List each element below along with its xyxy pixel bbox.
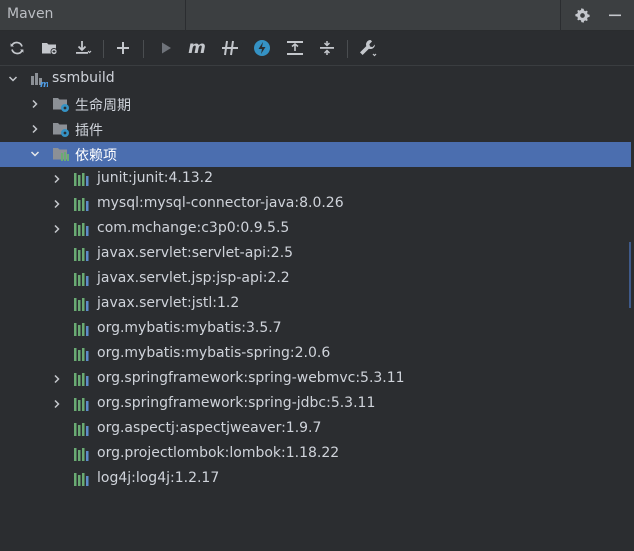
library-icon: [73, 170, 91, 188]
chevron-down-icon[interactable]: [30, 149, 40, 159]
library-icon: [73, 295, 91, 313]
dependency-row[interactable]: org.mybatis:mybatis:3.5.7: [0, 317, 631, 342]
dependency-label: junit:junit:4.13.2: [97, 170, 213, 186]
dependency-row[interactable]: javax.servlet:servlet-api:2.5: [0, 242, 631, 267]
library-icon: [73, 470, 91, 488]
dependency-row[interactable]: com.mchange:c3p0:0.9.5.5: [0, 217, 631, 242]
gear-icon[interactable]: [571, 4, 593, 26]
dependency-label: log4j:log4j:1.2.17: [97, 470, 220, 486]
tree-node-lifecycle[interactable]: 生命周期: [0, 92, 631, 117]
tree-node-label: 依赖项: [75, 148, 117, 164]
chevron-down-icon[interactable]: [8, 74, 18, 84]
library-icon: [73, 195, 91, 213]
library-icon: [73, 220, 91, 238]
dependency-label: com.mchange:c3p0:0.9.5.5: [97, 220, 290, 236]
library-icon: [73, 320, 91, 338]
header-divider: [560, 0, 561, 31]
reload-icon[interactable]: [6, 37, 28, 59]
collapse-icon[interactable]: [316, 37, 338, 59]
folder-gear-icon: [52, 95, 70, 113]
folder-gear-icon: [52, 120, 70, 138]
dependency-label: org.projectlombok:lombok:1.18.22: [97, 445, 340, 461]
dependency-row[interactable]: org.springframework:spring-webmvc:5.3.11: [0, 367, 631, 392]
dependency-row[interactable]: javax.servlet.jsp:jsp-api:2.2: [0, 267, 631, 292]
library-icon: [73, 345, 91, 363]
toolbar-separator: [103, 40, 104, 58]
folder-add-icon[interactable]: [39, 37, 61, 59]
dependency-row[interactable]: org.springframework:spring-jdbc:5.3.11: [0, 392, 631, 417]
svg-text:m: m: [40, 80, 48, 88]
dependency-label: org.mybatis:mybatis:3.5.7: [97, 320, 282, 336]
tree-node-label: 插件: [75, 123, 103, 139]
lightning-icon[interactable]: [251, 37, 273, 59]
dependency-row[interactable]: org.mybatis:mybatis-spring:2.0.6: [0, 342, 631, 367]
dependency-label: org.mybatis:mybatis-spring:2.0.6: [97, 345, 331, 361]
chevron-right-icon[interactable]: [52, 374, 62, 384]
toolbar-separator: [143, 40, 144, 58]
dependency-row[interactable]: junit:junit:4.13.2: [0, 167, 631, 192]
tool-window-header: Maven: [0, 0, 634, 31]
dependency-label: org.aspectj:aspectjweaver:1.9.7: [97, 420, 322, 436]
dependency-row[interactable]: org.aspectj:aspectjweaver:1.9.7: [0, 417, 631, 442]
tree-node-plugins[interactable]: 插件: [0, 117, 631, 142]
maven-module-icon: m: [30, 70, 49, 90]
chevron-right-icon[interactable]: [52, 224, 62, 234]
dependency-label: org.springframework:spring-jdbc:5.3.11: [97, 395, 376, 411]
download-icon[interactable]: [72, 37, 94, 59]
library-icon: [73, 420, 91, 438]
chevron-right-icon[interactable]: [52, 199, 62, 209]
maven-m-icon[interactable]: m: [186, 37, 208, 59]
dependency-label: org.springframework:spring-webmvc:5.3.11: [97, 370, 405, 386]
offline-icon[interactable]: [219, 37, 241, 59]
library-icon: [73, 270, 91, 288]
chevron-right-icon[interactable]: [52, 399, 62, 409]
play-icon[interactable]: [155, 37, 177, 59]
dependency-row[interactable]: log4j:log4j:1.2.17: [0, 467, 631, 492]
dependency-label: javax.servlet:servlet-api:2.5: [97, 245, 294, 261]
library-icon: [73, 445, 91, 463]
tree-node-dependencies[interactable]: 依赖项: [0, 142, 631, 167]
tree-node-label: 生命周期: [75, 98, 131, 114]
dependency-row[interactable]: org.projectlombok:lombok:1.18.22: [0, 442, 631, 467]
folder-library-icon: [52, 145, 70, 163]
dependency-row[interactable]: mysql:mysql-connector-java:8.0.26: [0, 192, 631, 217]
dependency-label: mysql:mysql-connector-java:8.0.26: [97, 195, 344, 211]
dependencies-icon[interactable]: [284, 37, 306, 59]
library-icon: [73, 395, 91, 413]
dependency-row[interactable]: javax.servlet:jstl:1.2: [0, 292, 631, 317]
toolbar-separator: [347, 40, 348, 58]
library-icon: [73, 370, 91, 388]
dependency-label: javax.servlet.jsp:jsp-api:2.2: [97, 270, 290, 286]
tool-window-title: Maven: [7, 6, 54, 22]
library-icon: [73, 245, 91, 263]
chevron-right-icon[interactable]: [30, 99, 40, 109]
plus-icon[interactable]: [112, 37, 134, 59]
dependency-label: javax.servlet:jstl:1.2: [97, 295, 240, 311]
chevron-right-icon[interactable]: [30, 124, 40, 134]
header-divider: [185, 0, 186, 31]
chevron-right-icon[interactable]: [52, 174, 62, 184]
scrollbar[interactable]: [629, 242, 631, 308]
tree-node-ssmbuild[interactable]: m ssmbuild: [0, 67, 631, 92]
wrench-icon[interactable]: [357, 37, 379, 59]
tree-node-label: ssmbuild: [52, 70, 115, 86]
minimize-icon[interactable]: [604, 4, 626, 26]
maven-toolbar: m: [0, 31, 634, 66]
